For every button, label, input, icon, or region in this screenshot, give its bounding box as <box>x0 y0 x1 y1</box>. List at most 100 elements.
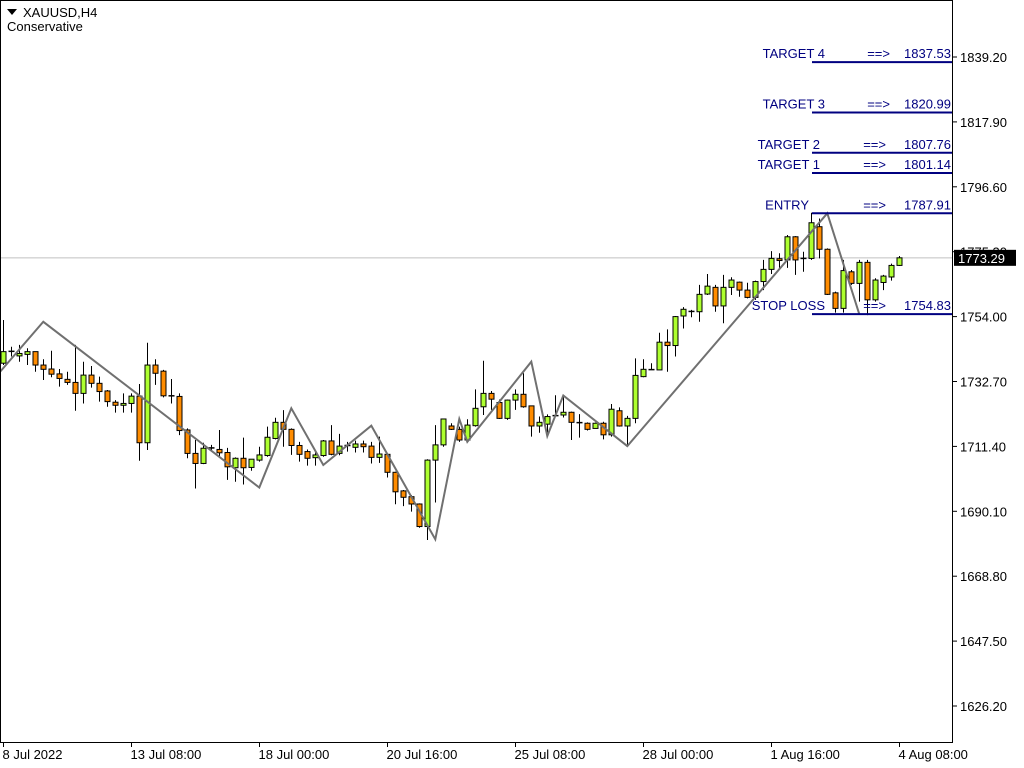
candle-body-bull <box>16 352 23 357</box>
candle <box>680 307 687 329</box>
level-label: TARGET 1 <box>758 157 820 172</box>
candle-body-bull <box>504 399 511 419</box>
candle <box>264 426 271 457</box>
candle <box>144 342 151 451</box>
candle <box>320 440 327 457</box>
candle-body-bull <box>760 268 767 283</box>
candle-body-bull <box>128 395 135 404</box>
level-arrow: ==> <box>863 298 886 313</box>
candle-body-bear <box>664 341 671 347</box>
candle <box>520 373 527 408</box>
candle <box>504 399 511 420</box>
candle-body-bull <box>472 407 479 427</box>
candle <box>56 369 63 387</box>
level-label: ENTRY <box>765 197 809 212</box>
candle-body-bull <box>632 374 639 419</box>
candle-body-bear <box>400 490 407 498</box>
candle-body-bear <box>240 457 247 469</box>
price-tick-label: 1839.20 <box>960 50 1007 65</box>
candle-body-bull <box>624 417 631 427</box>
candle <box>568 411 575 441</box>
price-tick-label: 1796.60 <box>960 180 1007 195</box>
price-tick-label: 1626.20 <box>960 699 1007 714</box>
candle <box>304 449 311 466</box>
candle-body-bull <box>320 440 327 457</box>
candle <box>880 274 887 291</box>
candle <box>664 329 671 372</box>
symbol-title[interactable]: XAUUSD,H4 <box>7 5 97 20</box>
price-axis[interactable]: 1839.201817.901796.601775.301754.001732.… <box>952 50 1007 714</box>
candle-body-bear <box>488 392 495 400</box>
level-label: STOP LOSS <box>752 298 826 313</box>
candle <box>32 351 39 372</box>
candle <box>624 415 631 445</box>
candle-body-bear <box>136 395 143 444</box>
candle-body-bear <box>296 444 303 455</box>
time-tick-label: 1 Aug 16:00 <box>771 747 840 762</box>
time-axis[interactable]: 8 Jul 2022 13 Jul 08:00 18 Jul 00:00 20 Jul… <box>3 742 968 762</box>
candle <box>88 365 95 388</box>
plot-frame <box>0 0 953 743</box>
candle-body-bull <box>880 275 887 283</box>
candle <box>472 389 479 427</box>
price-tick-label: 1668.80 <box>960 569 1007 584</box>
candle <box>512 389 519 410</box>
level-value: 1801.14 <box>904 157 951 172</box>
candle <box>488 390 495 410</box>
candle <box>688 309 695 318</box>
candle <box>576 414 583 438</box>
candle <box>792 236 799 275</box>
candle-body-bull <box>592 422 599 429</box>
candle <box>392 471 399 505</box>
candle-body-bear <box>64 378 71 383</box>
candle <box>24 348 31 366</box>
candle-body-bear <box>152 364 159 374</box>
candle <box>328 425 335 456</box>
candle-body-bull <box>888 264 895 278</box>
candle-body-bull <box>512 393 519 401</box>
symbol-label: XAUUSD,H4 <box>23 5 98 20</box>
candle <box>800 251 807 272</box>
candle-body-bull <box>680 308 687 317</box>
candle <box>96 376 103 402</box>
candle <box>48 350 55 378</box>
candle <box>536 416 543 433</box>
dropdown-triangle-icon[interactable] <box>7 9 17 15</box>
candle <box>640 359 647 378</box>
candle <box>64 371 71 385</box>
candle-body-bull <box>896 257 903 266</box>
candle-body-bull <box>840 270 847 309</box>
price-tick-label: 1732.70 <box>960 375 1007 390</box>
candle <box>40 359 47 380</box>
candle-body-bear <box>160 370 167 397</box>
candle-body-bull <box>808 222 815 259</box>
candle-body-bear <box>328 440 335 455</box>
candle <box>168 379 175 404</box>
candle-body-bear <box>40 364 47 370</box>
candle-body-bull <box>856 261 863 284</box>
candle <box>616 407 623 427</box>
level-arrow: ==> <box>863 157 886 172</box>
candle <box>216 429 223 457</box>
time-tick-label: 4 Aug 08:00 <box>899 747 968 762</box>
candle <box>768 251 775 274</box>
level-target-1: TARGET 1 ==> 1801.14 <box>758 157 952 174</box>
candle <box>0 319 7 366</box>
candle-body-bear <box>816 226 823 250</box>
candle-body-bull <box>768 257 775 270</box>
candle <box>112 400 119 413</box>
candle <box>480 360 487 416</box>
candle-body-bull <box>352 443 359 448</box>
candle <box>824 248 831 295</box>
indicator-name: Conservative <box>7 19 83 34</box>
level-value: 1787.91 <box>904 197 951 212</box>
candle <box>744 282 751 299</box>
price-chart[interactable]: TARGET 4 ==> 1837.53TARGET 3 ==> 1820.99TARG… <box>0 0 1024 768</box>
candle-body-bull <box>696 293 703 313</box>
candle-body-bull <box>432 444 439 461</box>
candle-body-bull <box>256 454 263 461</box>
candle-body-bear <box>392 471 399 493</box>
time-tick-label: 25 Jul 08:00 <box>515 747 586 762</box>
candle <box>296 441 303 462</box>
level-value: 1807.76 <box>904 137 951 152</box>
